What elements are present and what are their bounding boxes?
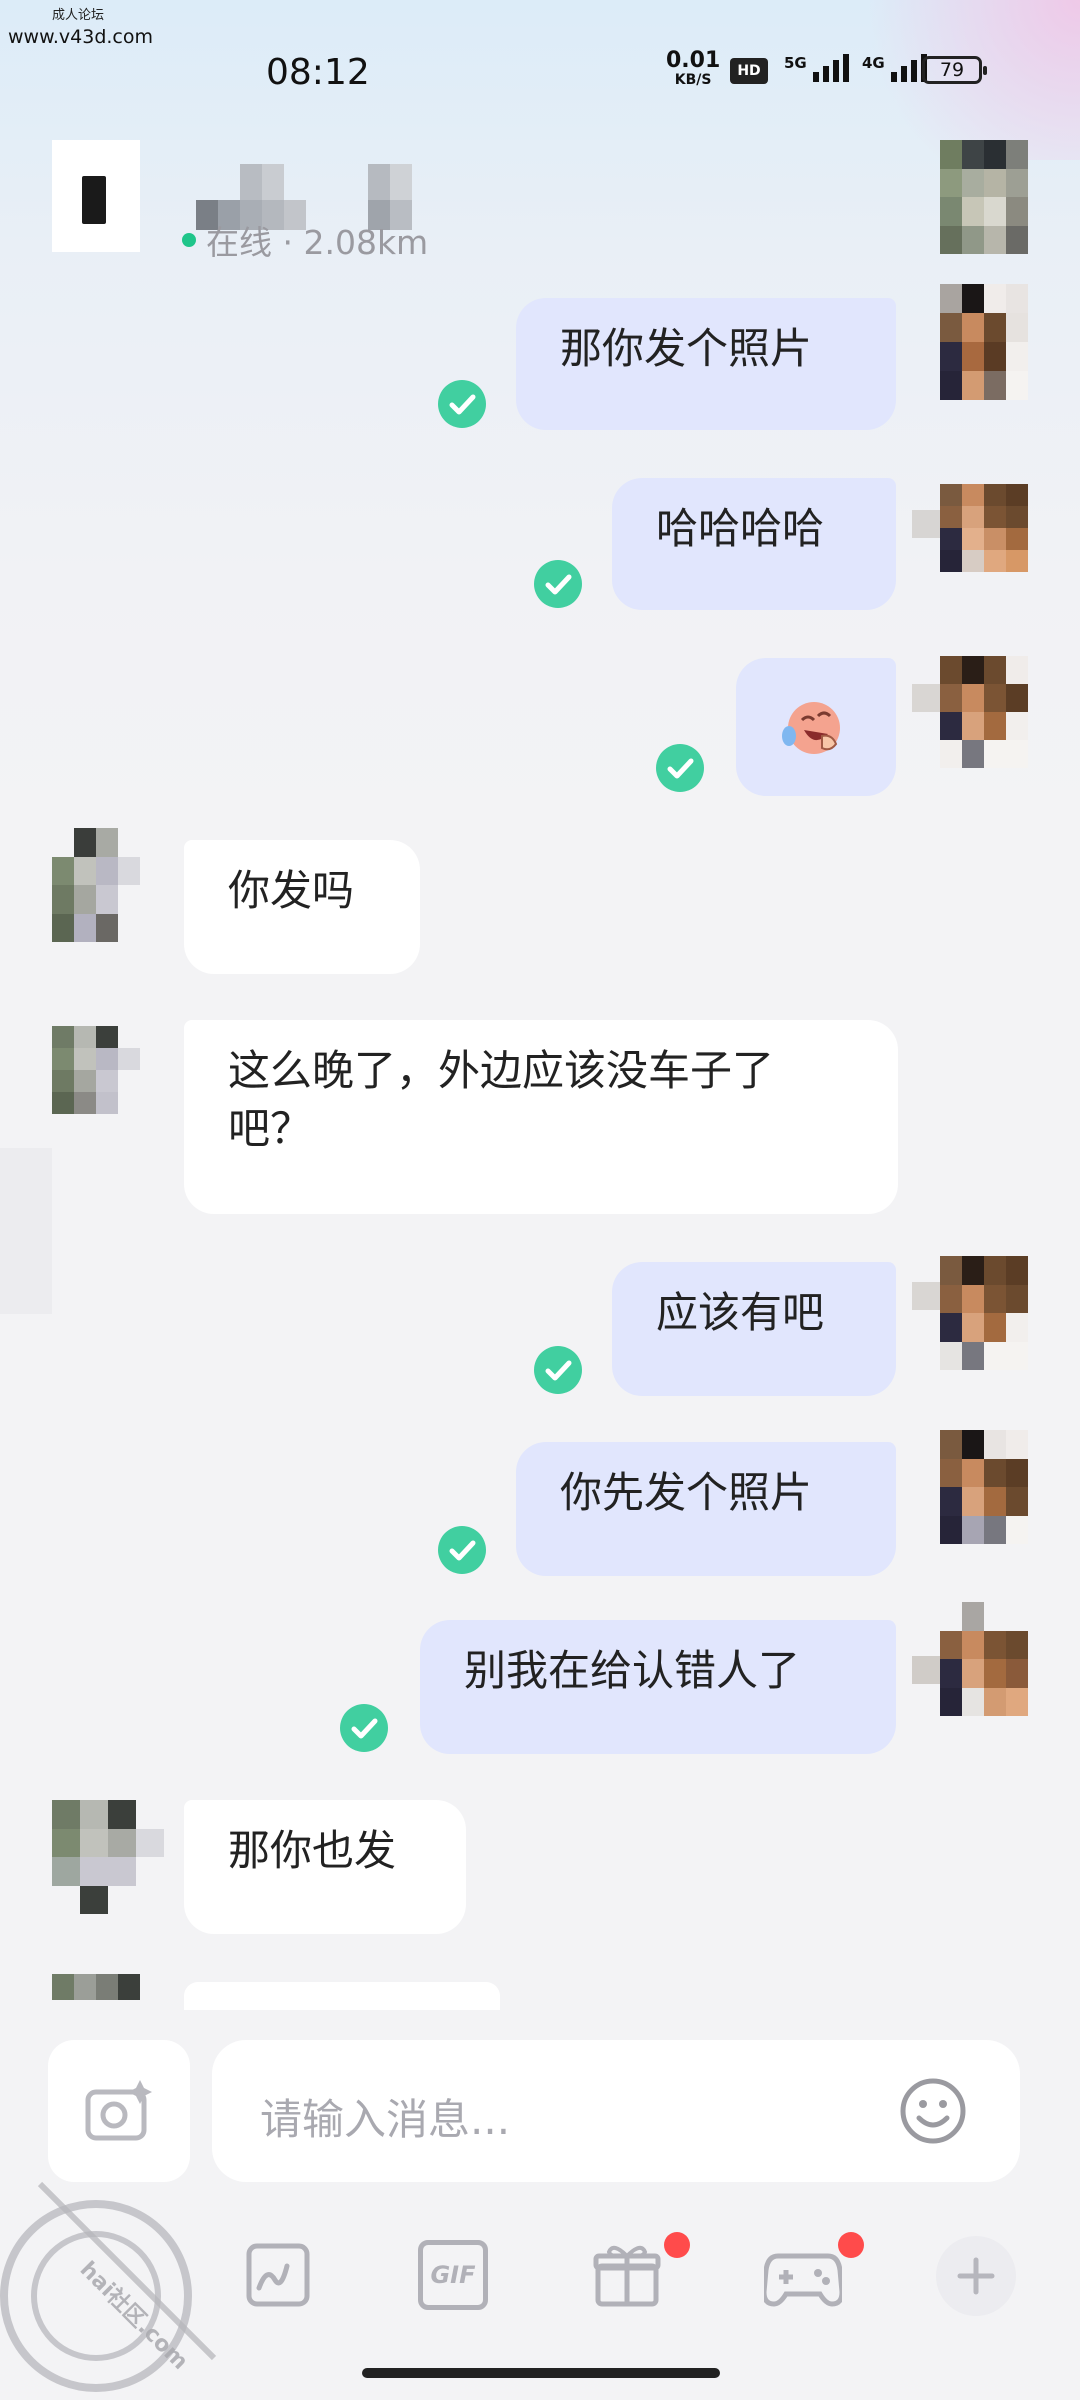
network-speed-value: 0.01 (666, 48, 721, 73)
message-bubble-partial (184, 1982, 500, 2010)
message-text: 应该有吧 (656, 1288, 825, 1337)
contact-message-avatar[interactable] (52, 1800, 164, 1914)
plus-button[interactable] (936, 2236, 1016, 2316)
message-bubble-outgoing[interactable]: 你先发个照片 (516, 1442, 896, 1576)
sketch-icon[interactable] (244, 2240, 314, 2310)
contact-message-avatar[interactable] (52, 828, 140, 942)
avatar-fragment (912, 684, 940, 712)
home-indicator[interactable] (362, 2368, 720, 2378)
battery-icon: 79 (922, 56, 987, 84)
message-bubble-outgoing[interactable] (736, 658, 896, 796)
contact-avatar[interactable] (940, 140, 1028, 254)
read-check-icon (534, 560, 582, 608)
network-speed: 0.01 KB/S (666, 48, 721, 89)
read-check-icon (340, 1704, 388, 1752)
message-text: 你先发个照片 (560, 1468, 813, 1517)
avatar-fragment (912, 1656, 940, 1684)
input-row: 请输入消息... (0, 2030, 1080, 2190)
edge-fragment (0, 1148, 52, 1314)
game-badge (838, 2232, 864, 2258)
network-speed-unit: KB/S (674, 72, 712, 88)
message-bubble-incoming[interactable]: 那你也发 (184, 1800, 466, 1934)
signal-5g-icon: 5G (784, 54, 849, 82)
signal-5g-label: 5G (784, 54, 807, 72)
message-text: 别我在给认错人了 (464, 1646, 801, 1695)
my-avatar[interactable] (940, 656, 1028, 768)
my-avatar[interactable] (940, 1430, 1028, 1544)
gif-icon[interactable]: GIF (418, 2240, 488, 2310)
message-text: 这么晚了，外边应该没车子了吧？ (228, 1046, 775, 1153)
read-check-icon (656, 744, 704, 792)
status-bar: 08:12 0.01 KB/S HD 5G 4G 79 (0, 40, 1080, 100)
message-bubble-incoming[interactable]: 你发吗 (184, 840, 420, 974)
my-avatar[interactable] (940, 1256, 1028, 1370)
message-bubble-outgoing[interactable]: 哈哈哈哈 (612, 478, 896, 610)
chat-header: 在线 · 2.08km (0, 130, 1080, 262)
message-bubble-incoming[interactable]: 这么晚了，外边应该没车子了吧？ (184, 1020, 898, 1214)
message-text: 那你也发 (228, 1826, 397, 1875)
gif-label: GIF (430, 2261, 476, 2289)
battery-level: 79 (939, 59, 965, 81)
watermark-line1: 成人论坛 (52, 8, 105, 23)
gamepad-icon[interactable] (764, 2240, 842, 2310)
clock: 08:12 (266, 52, 370, 93)
contact-message-avatar-partial (52, 1974, 140, 2000)
my-avatar[interactable] (940, 484, 1028, 572)
message-bubble-outgoing[interactable]: 别我在给认错人了 (420, 1620, 896, 1754)
message-bubble-outgoing[interactable]: 应该有吧 (612, 1262, 896, 1396)
avatar-fragment (912, 510, 940, 538)
message-text: 你发吗 (228, 866, 355, 915)
online-dot-icon (182, 233, 196, 247)
laughing-tears-emoji-icon (782, 702, 840, 754)
message-text: 那你发个照片 (560, 324, 813, 373)
read-check-icon (534, 1346, 582, 1394)
toolbar: GIF (0, 2230, 1080, 2330)
hd-icon: HD (730, 58, 768, 84)
camera-button[interactable] (48, 2040, 190, 2182)
smile-icon[interactable] (898, 2076, 968, 2146)
plus-icon (957, 2257, 995, 2295)
message-bubble-outgoing[interactable]: 那你发个照片 (516, 298, 896, 430)
back-icon[interactable] (52, 140, 140, 252)
avatar-fragment (912, 1282, 940, 1310)
signal-4g-icon: 4G (862, 54, 927, 82)
message-text: 哈哈哈哈 (656, 504, 825, 553)
message-input-placeholder: 请输入消息... (260, 2095, 511, 2144)
online-status-text: 在线 · 2.08km (206, 223, 429, 262)
read-check-icon (438, 1526, 486, 1574)
online-status: 在线 · 2.08km (182, 216, 428, 264)
contact-message-avatar[interactable] (52, 1026, 140, 1114)
gift-badge (664, 2232, 690, 2258)
camera-icon (85, 2080, 152, 2141)
read-check-icon (438, 380, 486, 428)
message-input[interactable]: 请输入消息... (212, 2040, 1020, 2182)
gift-icon[interactable] (592, 2240, 662, 2310)
signal-4g-label: 4G (862, 54, 885, 72)
my-avatar[interactable] (940, 284, 1028, 400)
my-avatar[interactable] (940, 1602, 1028, 1716)
